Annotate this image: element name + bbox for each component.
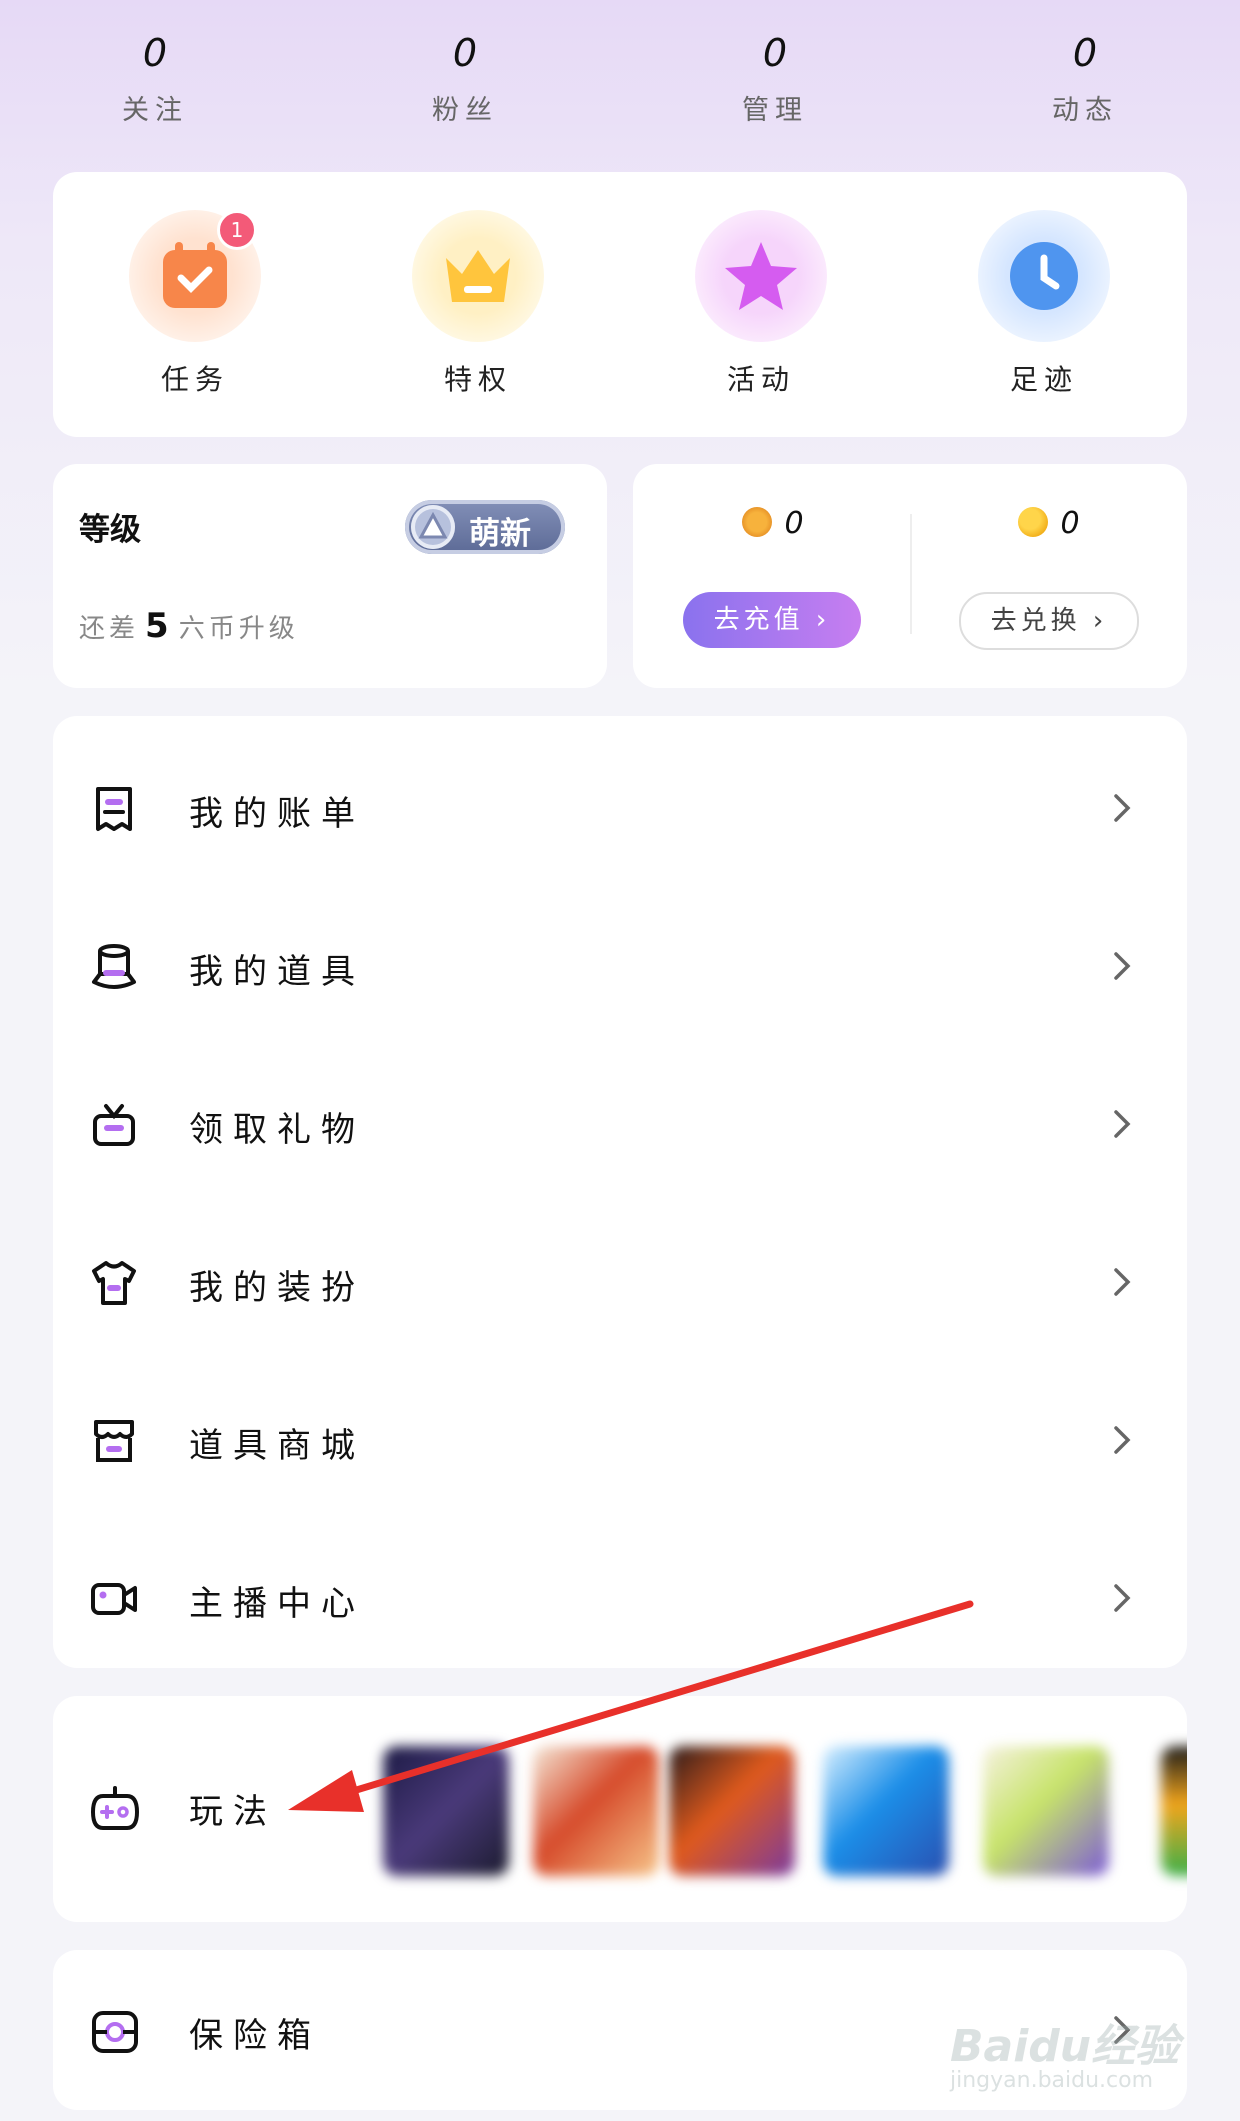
footprint-icon-circle bbox=[978, 210, 1110, 342]
quick-privilege[interactable]: 特权 bbox=[388, 210, 568, 398]
stat-value: 0 bbox=[142, 31, 168, 75]
quick-label: 特权 bbox=[443, 363, 512, 396]
menu-list: 我的账单 我的道具 领取礼物 我的装扮 道具商城 主播中心 bbox=[53, 716, 1187, 1668]
notification-badge: 1 bbox=[217, 210, 257, 250]
menu-label: 领取礼物 bbox=[189, 1110, 365, 1150]
menu-label: 主播中心 bbox=[189, 1584, 365, 1624]
level-card[interactable]: 等级 萌新 还差 5 六币升级 bbox=[53, 464, 607, 688]
stat-value: 0 bbox=[1072, 31, 1098, 75]
tshirt-icon bbox=[92, 1261, 136, 1305]
quick-label: 活动 bbox=[726, 363, 795, 396]
level-upgrade-hint: 还差 5 六币升级 bbox=[79, 606, 299, 646]
gamepad-icon bbox=[90, 1786, 140, 1830]
level-badge-text: 萌新 bbox=[469, 516, 531, 552]
game-thumbnail[interactable] bbox=[983, 1746, 1109, 1876]
task-calendar-icon bbox=[163, 242, 227, 308]
exchange-button[interactable]: 去兑换 › bbox=[959, 592, 1139, 650]
receipt-icon bbox=[96, 787, 132, 831]
stat-value: 0 bbox=[762, 31, 788, 75]
stat-moments[interactable]: 0 动态 bbox=[985, 30, 1185, 127]
stats-row: 0 关注 0 粉丝 0 管理 0 动态 bbox=[0, 30, 1240, 140]
stat-label: 管理 bbox=[742, 95, 808, 126]
stat-manage[interactable]: 0 管理 bbox=[675, 30, 875, 127]
game-thumbnail[interactable] bbox=[1161, 1746, 1187, 1876]
safe-box-icon bbox=[92, 2011, 138, 2053]
level-badge: 萌新 bbox=[405, 500, 565, 554]
chevron-right-icon bbox=[1114, 1110, 1131, 1138]
star-icon bbox=[725, 242, 797, 310]
menu-label: 道具商城 bbox=[189, 1426, 365, 1466]
stat-fans[interactable]: 0 粉丝 bbox=[365, 30, 565, 127]
six-coin-icon bbox=[742, 507, 773, 537]
menu-item-mall[interactable]: 道具商城 bbox=[53, 1370, 1187, 1510]
quick-actions-card: 1 任务 特权 活动 足迹 bbox=[53, 172, 1187, 437]
bean-balance: 0 bbox=[939, 504, 1159, 544]
clock-icon bbox=[1010, 242, 1078, 310]
chevron-right-icon bbox=[1114, 794, 1131, 822]
game-thumbnail[interactable] bbox=[823, 1746, 949, 1876]
stat-value: 0 bbox=[452, 31, 478, 75]
divider bbox=[910, 514, 912, 634]
wallet-card: 0 0 去充值 › 去兑换 › bbox=[633, 464, 1187, 688]
game-thumbnail[interactable] bbox=[533, 1746, 659, 1876]
task-icon-circle: 1 bbox=[129, 210, 261, 342]
chevron-right-icon bbox=[1114, 952, 1131, 980]
menu-item-props[interactable]: 我的道具 bbox=[53, 896, 1187, 1036]
crown-icon bbox=[446, 250, 510, 302]
game-thumbnail[interactable] bbox=[669, 1746, 795, 1876]
play-card[interactable]: 玩法 bbox=[53, 1696, 1187, 1922]
gift-icon bbox=[93, 1104, 135, 1146]
activity-icon-circle bbox=[695, 210, 827, 342]
stat-following[interactable]: 0 关注 bbox=[55, 30, 255, 127]
watermark-line1: Baidu经验 bbox=[950, 2021, 1180, 2072]
stat-label: 粉丝 bbox=[432, 95, 498, 126]
menu-item-host-center[interactable]: 主播中心 bbox=[53, 1528, 1187, 1668]
level-title: 等级 bbox=[79, 512, 141, 548]
menu-label: 我的账单 bbox=[189, 794, 365, 834]
hint-prefix: 还差 bbox=[79, 614, 140, 644]
menu-label: 我的道具 bbox=[189, 952, 365, 992]
coin-value: 0 bbox=[784, 506, 804, 541]
stat-label: 关注 bbox=[122, 95, 188, 126]
magic-hat-icon bbox=[92, 944, 136, 989]
game-thumbnail[interactable] bbox=[383, 1746, 509, 1876]
menu-item-outfits[interactable]: 我的装扮 bbox=[53, 1212, 1187, 1352]
bean-icon bbox=[1018, 507, 1049, 537]
quick-label: 足迹 bbox=[1009, 363, 1078, 396]
store-icon bbox=[94, 1420, 134, 1462]
menu-item-gifts[interactable]: 领取礼物 bbox=[53, 1054, 1187, 1194]
play-label: 玩法 bbox=[189, 1792, 277, 1832]
coin-balance: 0 bbox=[663, 504, 883, 544]
chevron-right-icon bbox=[1114, 1584, 1131, 1612]
privilege-icon-circle bbox=[412, 210, 544, 342]
quick-activity[interactable]: 活动 bbox=[671, 210, 851, 398]
menu-item-bills[interactable]: 我的账单 bbox=[53, 738, 1187, 878]
chevron-right-icon bbox=[1114, 1426, 1131, 1454]
video-camera-icon bbox=[91, 1583, 137, 1615]
menu-label: 我的装扮 bbox=[189, 1268, 365, 1308]
bean-value: 0 bbox=[1060, 506, 1080, 541]
quick-label: 任务 bbox=[160, 363, 229, 396]
safe-label: 保险箱 bbox=[189, 2016, 321, 2056]
recharge-button[interactable]: 去充值 › bbox=[683, 592, 861, 648]
baidu-watermark: Baidu经验 jingyan.baidu.com bbox=[950, 2010, 1190, 2100]
quick-footprint[interactable]: 足迹 bbox=[954, 210, 1134, 398]
chevron-right-icon bbox=[1114, 1268, 1131, 1296]
hint-suffix: 六币升级 bbox=[178, 614, 299, 644]
level-triangle-icon bbox=[411, 505, 455, 549]
stat-label: 动态 bbox=[1052, 95, 1118, 126]
hint-number: 5 bbox=[145, 606, 173, 646]
quick-task[interactable]: 1 任务 bbox=[105, 210, 285, 398]
